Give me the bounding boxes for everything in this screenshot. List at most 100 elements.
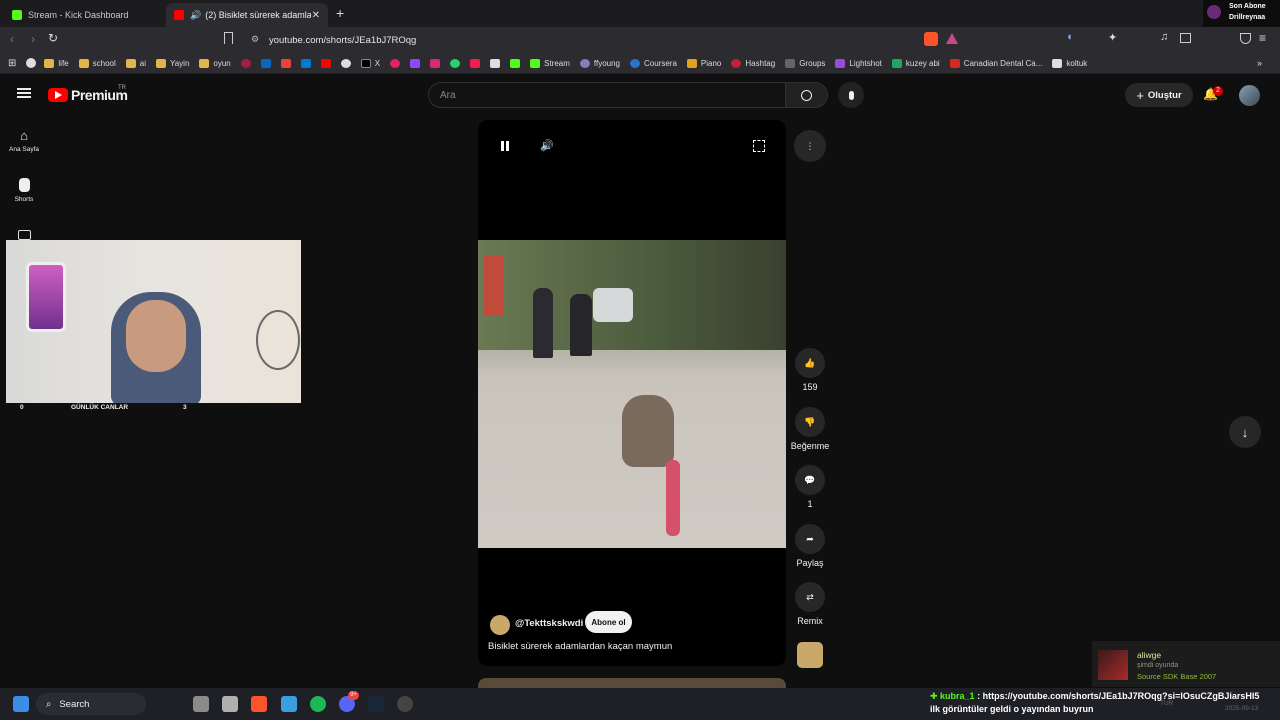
bookmark-coursera[interactable]: Coursera [630,58,677,68]
brave-shield-icon[interactable] [924,32,938,46]
heart-icon [1207,5,1221,19]
more-options-button[interactable]: ⋮ [788,130,832,166]
avatar[interactable] [1239,85,1260,106]
tumblr-icon[interactable] [470,58,481,68]
amazon-icon[interactable] [490,58,501,68]
task-view-icon[interactable] [193,696,209,712]
bookmark-groups[interactable]: Groups [785,58,825,68]
streamer-face [126,300,186,372]
voice-search-button[interactable] [838,82,864,108]
share-button[interactable]: ➦ Paylaş [788,524,832,568]
obs-icon[interactable] [397,696,413,712]
subscriptions-icon[interactable] [18,230,31,240]
daily-lives-label: GÜNLÜK CANLAR [71,404,129,411]
steam-notification[interactable]: aliwge şimdi oyunda Source SDK Base 2007 [1092,641,1280,687]
youtube-icon[interactable] [320,58,331,68]
pause-icon[interactable] [501,141,509,151]
twitch-icon[interactable] [410,58,421,68]
walking-man [533,288,553,358]
subscribe-button[interactable]: Abone ol [585,611,632,633]
menu-icon[interactable]: ≡ [1259,31,1266,45]
close-tab-icon[interactable]: ✕ [312,10,320,21]
bookmark-x[interactable]: X [360,58,380,68]
comments-button[interactable]: 💬 1 [788,465,832,509]
amazon-icon [1052,58,1063,68]
bookmark-hashtag[interactable]: Hashtag [731,58,775,68]
extensions-puzzle-icon[interactable]: ✦ [1108,31,1117,44]
bookmark-kuzey-abi[interactable]: kuzey abi [891,58,940,68]
outlook-icon[interactable] [300,58,311,68]
channel-name[interactable]: @Tekttskskwdi [515,618,583,629]
bookmark-ffyoung[interactable]: ffyoung [579,58,620,68]
sidebar-item-home[interactable]: ⌂ Ana Sayfa [4,128,44,153]
file-explorer-icon[interactable] [281,696,297,712]
forward-icon[interactable]: › [31,32,35,46]
follower-name: Drillreynaa [1229,14,1266,21]
next-video-button[interactable]: ↓ [1229,416,1261,448]
new-tab-button[interactable]: + [336,5,344,21]
bookmark-icon[interactable] [224,32,233,44]
chatgpt-icon[interactable] [340,58,351,68]
site-icon[interactable] [390,58,401,68]
brave-browser-icon[interactable] [251,696,267,712]
search-button[interactable] [786,82,828,108]
instagram-icon[interactable] [430,58,441,68]
bookmark-canadian-dental[interactable]: Canadian Dental Ca... [949,58,1042,68]
brave-rewards-icon[interactable] [946,33,958,44]
friend-status: şimdi oyunda [1137,662,1179,669]
search-input[interactable]: Ara [428,82,786,108]
whatsapp-icon[interactable] [450,58,461,68]
taskbar-search[interactable]: ⌕ Search [36,693,146,715]
fullscreen-icon[interactable] [753,140,765,152]
like-button[interactable]: 👍 159 [788,348,832,392]
site-icon[interactable] [240,58,251,68]
tab-kick-dashboard[interactable]: Stream - Kick Dashboard [4,3,164,27]
extension-icon[interactable]: ◖ [1066,31,1073,43]
apps-grid-icon[interactable]: ⊞ [8,58,16,69]
bookmark-koltuk[interactable]: koltuk [1052,58,1087,68]
music-icon[interactable]: ♫ [1160,31,1168,43]
address-bar[interactable]: ⚙ youtube.com/shorts/JEa1bJ7ROqg [243,30,963,50]
sound-thumbnail[interactable] [797,642,823,668]
site-settings-icon[interactable]: ⚙ [251,34,259,45]
google-icon[interactable] [26,58,37,68]
remix-button[interactable]: ⇄ Remix [788,582,832,626]
shorts-player[interactable]: 🔊 @Tekttskskwdi Abone ol Bisiklet sürere… [478,120,786,666]
tab-youtube-short[interactable]: 🔊 (2) Bisiklet sürerek adamlardan ✕ [166,3,328,27]
bookmark-yayin[interactable]: Yayin [155,58,189,68]
chat-overlay: ✚ kubra_1 : https://youtube.com/shorts/J… [930,690,1280,716]
bookmark-piano[interactable]: Piano [686,58,721,68]
dislike-button[interactable]: 👎 Beğenme [788,407,832,451]
video-frame[interactable] [478,240,786,548]
spotify-icon[interactable] [310,696,326,712]
app-icon[interactable] [222,696,238,712]
hamburger-menu-icon[interactable] [17,88,31,98]
fan [256,310,300,370]
sidebar-item-shorts[interactable]: Shorts [4,178,44,203]
share-label: Paylaş [796,558,824,568]
steam-icon[interactable] [368,696,384,712]
youtube-favicon-icon [174,10,184,20]
bookmark-school[interactable]: school [78,58,116,68]
bookmark-stream[interactable]: Stream [530,58,570,68]
bookmark-oyun[interactable]: oyun [199,58,231,68]
bookmark-lightshot[interactable]: Lightshot [835,58,882,68]
more-bookmarks-icon[interactable]: » [1257,58,1262,68]
reload-icon[interactable]: ↻ [48,31,58,45]
language-indicator[interactable]: TUR [1160,700,1173,707]
gmail-icon[interactable] [280,58,291,68]
youtube-logo-icon[interactable] [48,88,68,102]
create-button[interactable]: + Oluştur [1125,83,1193,107]
bookmark-life[interactable]: life [44,58,69,68]
sidebar-toggle-icon[interactable] [1180,33,1191,43]
back-icon[interactable]: ‹ [10,32,14,46]
site-icon [731,58,742,68]
bookmark-ai[interactable]: ai [125,58,146,68]
shield-icon[interactable] [1240,33,1251,44]
kick-icon[interactable] [510,58,521,68]
linkedin-icon[interactable] [260,58,271,68]
windows-start-icon[interactable] [13,696,29,712]
volume-icon[interactable]: 🔊 [540,139,554,152]
channel-avatar[interactable] [490,615,510,635]
clock-date[interactable]: 2025-09-13 [1225,705,1258,712]
